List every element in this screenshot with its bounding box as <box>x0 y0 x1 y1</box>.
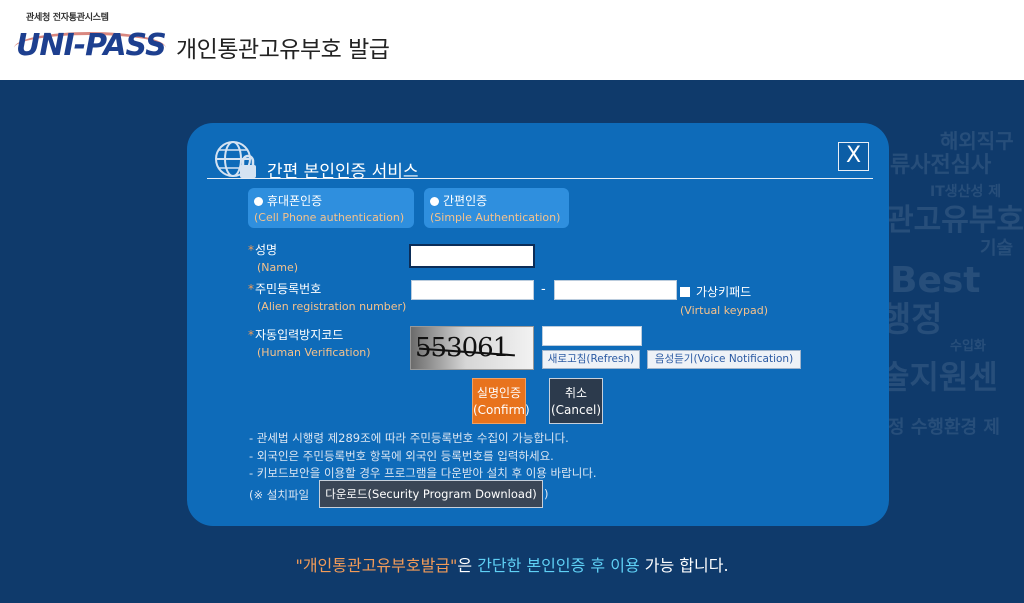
page-title: 개인통관고유부호 발급 <box>176 37 390 63</box>
captcha-label: *자동입력방지코드 (Human Verification) <box>248 326 371 359</box>
watermark-text: IT생산성 제 <box>930 184 1002 201</box>
captcha-input[interactable] <box>542 326 642 346</box>
virtual-keypad-label: 가상키패드 <box>696 285 752 299</box>
watermark-text: Best <box>890 259 981 301</box>
watermark-text: 수입화 <box>950 339 986 355</box>
virtual-keypad-option[interactable]: 가상키패드 (Virtual keypad) <box>680 283 768 317</box>
rrn-second-input[interactable] <box>554 280 677 300</box>
method-sublabel: (Cell Phone authentication) <box>254 211 405 224</box>
note-item: - 외국인은 주민등록번호 항목에 외국인 등록번호를 입력하세요. <box>249 448 554 463</box>
footer-quoted: "개인통관고유부호발급" <box>295 556 458 575</box>
notes-list: - 관세법 시행령 제289조에 따라 주민등록번호 수집이 가능합니다. - … <box>249 430 597 483</box>
header: 관세청 전자통관시스템 UNI-PASS 개인통관고유부호 발급 <box>0 0 1024 80</box>
radio-icon[interactable] <box>430 197 439 206</box>
cancel-button[interactable]: 취소 (Cancel) <box>549 378 603 424</box>
name-label-text: 성명 <box>255 243 278 257</box>
rrn-label-text: 주민등록번호 <box>255 282 322 296</box>
confirm-sublabel: (Confirm) <box>473 403 530 417</box>
watermark-text: 류사전심사 <box>890 153 992 178</box>
virtual-keypad-checkbox[interactable] <box>680 287 690 297</box>
confirm-label: 실명인증 <box>476 386 522 400</box>
cellphone-auth-button[interactable]: 휴대폰인증 (Cell Phone authentication) <box>248 188 414 228</box>
logo-subtitle: 관세청 전자통관시스템 <box>26 13 109 23</box>
footer-message: "개인통관고유부호발급"은 간단한 본인인증 후 이용 가능 합니다. <box>0 552 1024 576</box>
globe-lock-icon <box>215 141 256 178</box>
method-sublabel: (Simple Authentication) <box>430 211 561 224</box>
footer-text: 은 <box>457 556 478 575</box>
note-item: - 관세법 시행령 제289조에 따라 주민등록번호 수집이 가능합니다. <box>249 431 569 445</box>
rrn-label: *주민등록번호 (Alien registration number) <box>248 280 406 313</box>
name-input[interactable] <box>409 244 535 268</box>
name-sublabel: (Name) <box>257 261 299 274</box>
rrn-separator: - <box>541 282 546 297</box>
method-label: 간편인증 <box>443 194 488 208</box>
captcha-image: 553061 <box>410 326 534 370</box>
footer-highlight: 간단한 본인인증 후 이용 <box>477 556 640 575</box>
required-mark: * <box>248 282 254 296</box>
simple-auth-button[interactable]: 간편인증 (Simple Authentication) <box>424 188 569 228</box>
rrn-sublabel: (Alien registration number) <box>257 300 407 313</box>
security-download-button[interactable]: 다운로드(Security Program Download) <box>319 480 543 508</box>
captcha-label-text: 자동입력방지코드 <box>255 328 344 342</box>
rrn-first-input[interactable] <box>411 280 534 300</box>
unipass-logo[interactable]: 관세청 전자통관시스템 UNI-PASS <box>14 10 174 70</box>
logo-wordmark: UNI-PASS <box>16 28 167 63</box>
virtual-keypad-sublabel: (Virtual keypad) <box>680 304 768 317</box>
footer-text-end: 가능 합니다. <box>639 556 729 575</box>
cancel-label: 취소 <box>564 386 588 400</box>
name-label: *성명 (Name) <box>248 241 298 274</box>
required-mark: * <box>248 328 254 342</box>
radio-icon[interactable] <box>254 197 263 206</box>
watermark-text: 술지원센 <box>880 358 998 396</box>
download-prefix: (※ 설치파일 <box>249 488 310 502</box>
dialog-divider <box>207 178 873 179</box>
background-watermark: 해외직구 류사전심사 IT생산성 제 관고유부호 기술 Best 행정 수입화 … <box>880 130 1024 510</box>
required-mark: * <box>248 243 254 257</box>
voice-notification-button[interactable]: 음성듣기(Voice Notification) <box>647 350 801 369</box>
captcha-sublabel: (Human Verification) <box>257 346 371 359</box>
watermark-text: 행정 <box>880 299 943 340</box>
watermark-text: 해외직구 <box>940 130 1014 153</box>
auth-dialog: 간편 본인인증 서비스 X 휴대폰인증 (Cell Phone authenti… <box>187 123 889 526</box>
confirm-button[interactable]: 실명인증 (Confirm) <box>472 378 530 424</box>
close-button[interactable]: X <box>838 142 869 171</box>
watermark-text: 관고유부호 <box>886 203 1024 239</box>
watermark-text: 정 수행환경 제 <box>888 416 1000 438</box>
watermark-text: 기술 <box>980 237 1014 259</box>
refresh-button[interactable]: 새로고침(Refresh) <box>542 350 640 369</box>
cancel-sublabel: (Cancel) <box>550 403 601 417</box>
method-label: 휴대폰인증 <box>267 194 323 208</box>
download-suffix: ) <box>544 487 549 501</box>
